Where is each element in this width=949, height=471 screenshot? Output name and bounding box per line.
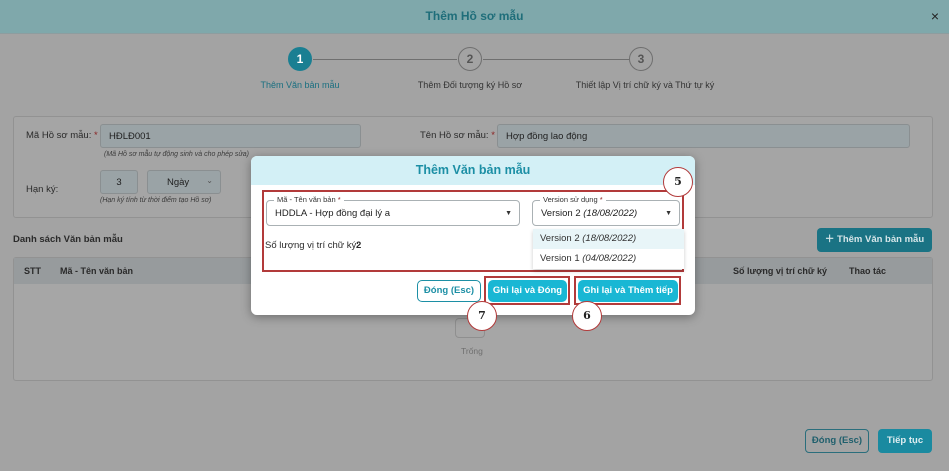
ten-ho-so-label: Tên Hồ sơ mẫu: * [420,130,495,141]
ma-ho-so-hint: (Mã Hồ sơ mẫu tự động sinh và cho phép s… [104,151,250,158]
signature-count-value: 2 [356,240,362,251]
step-3-circle[interactable]: 3 [629,47,653,71]
document-select-label: Mã - Tên văn bản * [274,195,344,204]
callout-6: 6 [572,301,602,331]
add-document-button-label: Thêm Văn bản mẫu [837,234,925,245]
stepper-line [313,59,457,60]
callout-7: 7 [467,301,497,331]
step-2-label[interactable]: Thêm Đối tượng ký Hồ sơ [400,80,540,90]
document-select-value: HDDLA - Hợp đồng đại lý a [275,208,391,219]
list-title: Danh sách Văn bản mẫu [13,234,123,245]
chevron-down-icon: ⌄ [206,176,213,185]
version-select-value: Version 2 (18/08/2022) [541,208,638,219]
close-icon[interactable]: × [931,8,939,24]
stepper-line [483,59,629,60]
version-option[interactable]: Version 1 (04/08/2022) [533,249,684,269]
han-ky-label: Hạn ký: [26,184,59,195]
document-select[interactable]: Mã - Tên văn bản * HDDLA - Hợp đồng đại … [266,195,520,226]
col-so-luong: Số lượng vị trí chữ ký [733,266,827,276]
ma-ho-so-label: Mã Hồ sơ mẫu: * [26,130,98,141]
han-ky-unit-value: Ngày [167,177,190,188]
footer-next-button[interactable]: Tiếp tục [878,429,932,453]
step-1-label[interactable]: Thêm Văn bản mẫu [240,80,360,90]
col-thao-tac: Thao tác [849,266,887,276]
col-ma-ten: Mã - Tên văn bản [60,266,134,276]
signature-count-label: Số lượng vị trí chữ ký: [265,240,359,251]
caret-down-icon: ▼ [665,210,672,217]
version-option[interactable]: Version 2 (18/08/2022) [533,229,684,249]
version-dropdown: Version 2 (18/08/2022) Version 1 (04/08/… [533,229,684,269]
col-stt: STT [24,266,41,276]
step-1-circle[interactable]: 1 [288,47,312,71]
step-2-circle[interactable]: 2 [458,47,482,71]
modal-close-button[interactable]: Đóng (Esc) [417,280,481,302]
ten-ho-so-input[interactable]: Hợp đồng lao động [497,124,910,148]
footer-close-button[interactable]: Đóng (Esc) [805,429,869,453]
page-title: Thêm Hồ sơ mẫu [425,9,524,23]
han-ky-hint: (Hạn ký tính từ thời điểm tạo Hồ sơ) [100,197,212,204]
callout-5: 5 [663,167,693,197]
save-add-more-button[interactable]: Ghi lại và Thêm tiếp [578,280,678,302]
han-ky-input[interactable]: 3 [100,170,138,194]
add-document-button[interactable]: ＋ Thêm Văn bản mẫu [817,228,932,252]
ma-ho-so-input[interactable]: HĐLĐ001 [100,124,361,148]
plus-icon: ＋ [824,234,835,245]
modal-title: Thêm Văn bản mẫu [251,156,695,185]
version-select[interactable]: Version sử dụng * Version 2 (18/08/2022)… [532,195,680,226]
version-select-label: Version sử dụng * [540,195,606,204]
han-ky-unit-select[interactable]: Ngày ⌄ [147,170,221,194]
save-close-button[interactable]: Ghi lại và Đóng [488,280,567,302]
step-3-label[interactable]: Thiết lập Vị trí chữ ký và Thứ tự ký [560,80,730,90]
page-header: Thêm Hồ sơ mẫu × [0,0,949,34]
empty-text: Trống [461,346,483,356]
caret-down-icon: ▼ [505,210,512,217]
